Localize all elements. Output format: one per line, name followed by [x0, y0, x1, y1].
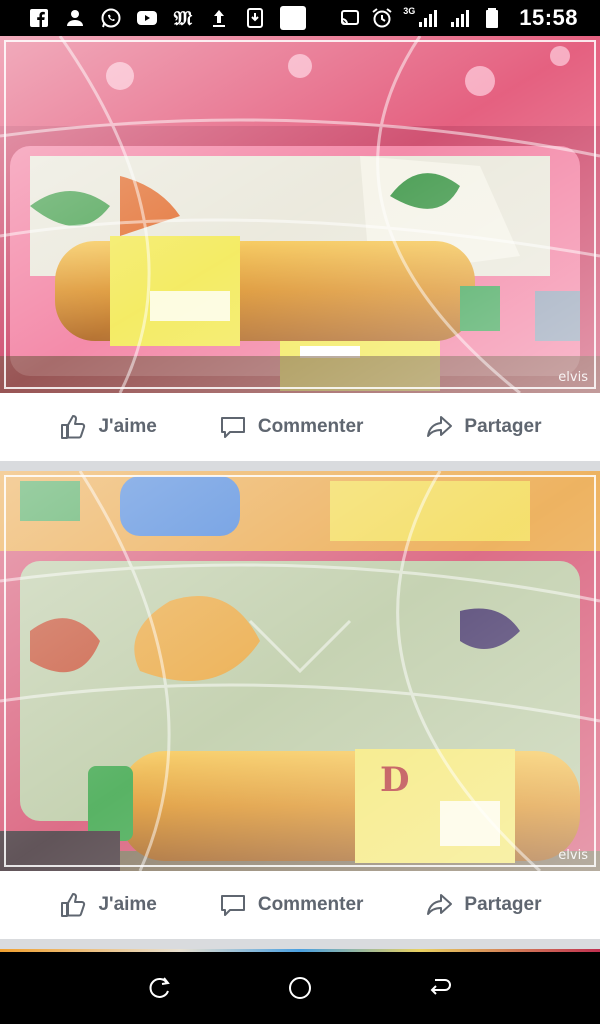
clock: 15:58	[519, 5, 578, 30]
comment-icon	[220, 895, 245, 916]
share-label: Partager	[464, 416, 542, 437]
system-icons: 3G 15:58	[339, 0, 578, 36]
upload-icon	[208, 7, 230, 29]
thumbs-up-icon	[61, 415, 86, 439]
share-button[interactable]: Partager	[424, 890, 542, 920]
share-button[interactable]: Partager	[424, 412, 542, 442]
photo-frame	[4, 475, 596, 867]
post-photo[interactable]: elvis	[0, 36, 600, 393]
comment-icon	[220, 417, 245, 438]
signal-icon	[417, 7, 439, 29]
comment-label: Commenter	[257, 894, 364, 915]
thumbs-up-icon	[61, 893, 86, 917]
watermark: elvis	[558, 370, 588, 385]
watermark: elvis	[558, 848, 588, 863]
share-label: Partager	[464, 894, 542, 915]
like-label: J'aime	[98, 416, 157, 437]
like-button[interactable]: J'aime	[58, 412, 157, 442]
navigation-bar	[0, 952, 600, 1024]
post-actions: J'aime Commenter Partager	[0, 871, 600, 939]
comment-label: Commenter	[257, 416, 364, 437]
comment-button[interactable]: Commenter	[218, 890, 364, 920]
network-type: 3G	[403, 6, 416, 16]
notification-icons: 𝔐	[0, 6, 306, 30]
whatsapp-icon	[100, 7, 122, 29]
home-icon[interactable]	[280, 968, 320, 1008]
signal-icon	[449, 7, 471, 29]
facebook-icon	[28, 7, 50, 29]
download-icon	[244, 7, 266, 29]
white-square-icon	[280, 6, 306, 30]
youtube-icon	[136, 7, 158, 29]
comment-button[interactable]: Commenter	[218, 412, 364, 442]
like-label: J'aime	[98, 894, 157, 915]
like-button[interactable]: J'aime	[58, 890, 157, 920]
cast-icon	[339, 7, 361, 29]
share-icon	[427, 894, 453, 915]
alarm-icon	[371, 7, 393, 29]
news-feed[interactable]: elvis J'aime Commenter Partager elvis J'…	[0, 36, 600, 952]
post-actions: J'aime Commenter Partager	[0, 393, 600, 461]
status-bar: 𝔐 3G 15:58	[0, 0, 600, 36]
photo-frame	[4, 40, 596, 389]
share-icon	[427, 416, 453, 437]
back-icon[interactable]	[420, 968, 460, 1008]
battery-icon	[481, 7, 503, 29]
news-m-icon: 𝔐	[173, 6, 193, 30]
recent-apps-icon[interactable]	[140, 968, 180, 1008]
person-add-icon	[64, 7, 86, 29]
post-photo[interactable]: D elvis	[0, 471, 600, 871]
